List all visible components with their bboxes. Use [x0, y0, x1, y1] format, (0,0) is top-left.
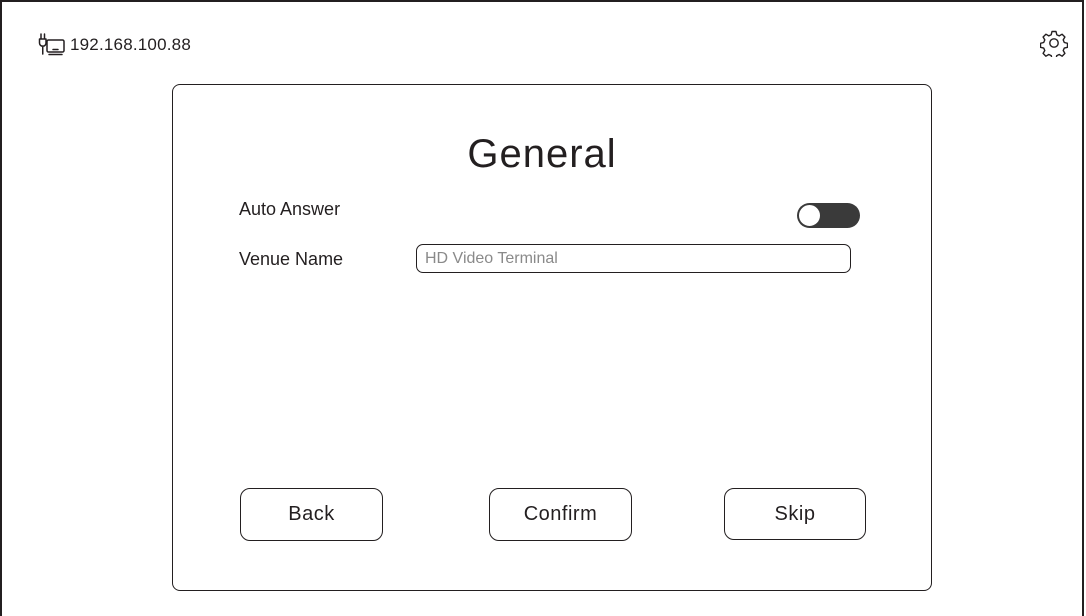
confirm-button[interactable]: Confirm [489, 488, 632, 541]
skip-button[interactable]: Skip [724, 488, 866, 540]
network-cable-icon [38, 33, 65, 56]
auto-answer-label: Auto Answer [239, 199, 341, 219]
venue-name-input[interactable] [416, 244, 851, 273]
screen: 192.168.100.88 General Auto Answer Venue… [0, 0, 1084, 616]
back-button[interactable]: Back [240, 488, 383, 541]
auto-answer-toggle[interactable] [797, 203, 860, 228]
gear-icon [1039, 30, 1069, 60]
settings-button[interactable] [1039, 29, 1069, 60]
venue-name-label: Venue Name [239, 249, 344, 269]
ip-address: 192.168.100.88 [70, 35, 191, 54]
page-title: General [467, 132, 617, 176]
network-status: 192.168.100.88 [38, 32, 191, 58]
toggle-knob [798, 204, 821, 227]
